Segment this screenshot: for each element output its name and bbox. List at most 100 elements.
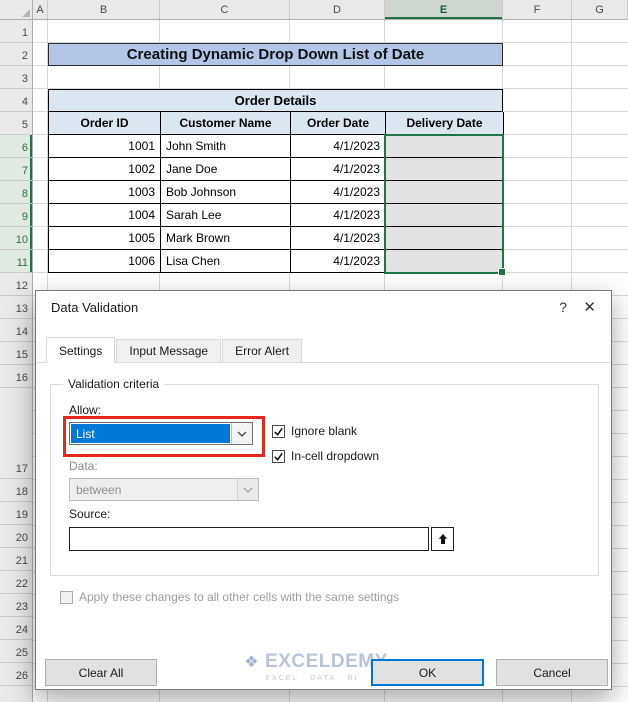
row-header-14[interactable]: 14 (0, 319, 32, 342)
row-header-10[interactable]: 10 (0, 227, 32, 250)
tab-input-message[interactable]: Input Message (116, 339, 222, 363)
row-header-7[interactable]: 7 (0, 158, 32, 181)
row-header-4[interactable]: 4 (0, 89, 32, 112)
data-validation-dialog: Data Validation ? ✕ Settings Input Messa… (35, 290, 612, 690)
order-details-table: Order Details Order ID Customer Name Order… (48, 89, 504, 273)
exceldemy-logo-icon: ❖ (244, 654, 260, 671)
table-header-order-id: Order ID (49, 112, 161, 135)
checkbox-box (60, 590, 73, 604)
table-cell[interactable]: 1002 (49, 158, 161, 181)
table-cell[interactable]: 1006 (49, 250, 161, 273)
table-cell[interactable]: 1001 (49, 135, 161, 158)
table-cell[interactable]: Lisa Chen (161, 250, 291, 273)
row-header-24[interactable]: 24 (0, 617, 32, 640)
source-input[interactable] (69, 527, 429, 551)
checkbox-label: Ignore blank (291, 424, 358, 438)
row-header-15[interactable]: 15 (0, 342, 32, 365)
table-cell[interactable]: 4/1/2023 (291, 204, 386, 227)
table-header-customer-name: Customer Name (161, 112, 291, 135)
check-icon (274, 452, 283, 461)
tab-error-alert[interactable]: Error Alert (222, 339, 303, 363)
column-header-F[interactable]: F (503, 0, 572, 19)
row-header-18[interactable]: 18 (0, 479, 32, 502)
tab-strip: Settings Input Message Error Alert (46, 337, 303, 363)
row-header-21[interactable]: 21 (0, 548, 32, 571)
in-cell-dropdown-checkbox[interactable]: In-cell dropdown (272, 449, 379, 463)
row-header-8[interactable]: 8 (0, 181, 32, 204)
table-title-cell: Order Details (48, 89, 503, 112)
table-cell[interactable] (386, 204, 504, 227)
cancel-button[interactable]: Cancel (496, 659, 608, 686)
table-cell[interactable]: Jane Doe (161, 158, 291, 181)
column-header-B[interactable]: B (48, 0, 160, 19)
checkbox-label: In-cell dropdown (291, 449, 380, 463)
table-cell[interactable]: John Smith (161, 135, 291, 158)
column-header-D[interactable]: D (290, 0, 385, 19)
select-all-corner[interactable] (0, 0, 33, 19)
row-header-19[interactable]: 19 (0, 502, 32, 525)
table-cell[interactable] (386, 181, 504, 204)
tab-settings[interactable]: Settings (46, 337, 116, 363)
ok-button[interactable]: OK (371, 659, 484, 686)
table-cell[interactable] (386, 135, 504, 158)
allow-dropdown[interactable]: List (69, 422, 253, 445)
table-cell[interactable] (386, 227, 504, 250)
column-header-A[interactable]: A (33, 0, 48, 19)
row-header-12[interactable]: 12 (0, 273, 32, 296)
table-header-order-date: Order Date (291, 112, 386, 135)
row-header-23[interactable]: 23 (0, 594, 32, 617)
row-header-25[interactable]: 25 (0, 640, 32, 663)
table-cell[interactable]: 4/1/2023 (291, 158, 386, 181)
data-label: Data: (69, 459, 98, 473)
table-grid: Order ID Customer Name Order Date Delivery … (48, 112, 504, 273)
row-header-17[interactable]: 17 (0, 388, 32, 479)
column-headers: ABCDEFG (0, 0, 628, 20)
collapse-dialog-button[interactable] (431, 527, 454, 551)
column-header-C[interactable]: C (160, 0, 290, 19)
checkbox-box[interactable] (272, 424, 285, 438)
column-header-E[interactable]: E (385, 0, 503, 19)
chevron-down-icon[interactable] (231, 423, 252, 444)
row-header-3[interactable]: 3 (0, 66, 32, 89)
chevron-down-icon (237, 479, 258, 500)
source-label: Source: (69, 507, 111, 521)
table-cell[interactable]: Sarah Lee (161, 204, 291, 227)
row-header-6[interactable]: 6 (0, 135, 32, 158)
up-arrow-icon (438, 534, 447, 544)
row-header-2[interactable]: 2 (0, 43, 32, 66)
row-header-16[interactable]: 16 (0, 365, 32, 388)
table-cell[interactable]: 4/1/2023 (291, 135, 386, 158)
row-headers: 1 2 3 4 5 6 7 8 9 10 11 12 13 14 15 16 17 18 19 20 21 22 23 24 2… (0, 20, 33, 702)
checkbox-box[interactable] (272, 449, 285, 463)
excel-window: ABCDEFG 1 2 3 4 5 6 7 8 9 10 11 12 13 14 15 16 17 18 19 20 2… (0, 0, 628, 702)
table-cell[interactable] (386, 250, 504, 273)
row-header-9[interactable]: 9 (0, 204, 32, 227)
ignore-blank-checkbox[interactable]: Ignore blank (272, 424, 357, 438)
clear-all-button[interactable]: Clear All (45, 659, 157, 686)
row-header-11[interactable]: 11 (0, 250, 32, 273)
row-header-13[interactable]: 13 (0, 296, 32, 319)
row-header-1[interactable]: 1 (0, 20, 32, 43)
table-cell[interactable]: 4/1/2023 (291, 181, 386, 204)
table-cell[interactable]: Mark Brown (161, 227, 291, 250)
row-header-22[interactable]: 22 (0, 571, 32, 594)
close-icon[interactable]: ✕ (583, 298, 596, 316)
column-header-G[interactable]: G (572, 0, 628, 19)
help-icon[interactable]: ? (559, 299, 567, 315)
table-cell[interactable]: 1003 (49, 181, 161, 204)
table-cell[interactable]: 1005 (49, 227, 161, 250)
allow-label: Allow: (69, 403, 102, 417)
table-cell[interactable]: 1004 (49, 204, 161, 227)
table-cell[interactable]: 4/1/2023 (291, 227, 386, 250)
table-cell[interactable] (386, 158, 504, 181)
table-cell[interactable]: 4/1/2023 (291, 250, 386, 273)
table-header-delivery-date: Delivery Date (386, 112, 504, 135)
apply-changes-checkbox: Apply these changes to all other cells w… (60, 590, 399, 604)
table-cell[interactable]: Bob Johnson (161, 181, 291, 204)
row-header-26[interactable]: 26 (0, 663, 32, 686)
dialog-title: Data Validation (51, 300, 139, 315)
validation-criteria-label: Validation criteria (63, 377, 165, 391)
row-header-20[interactable]: 20 (0, 525, 32, 548)
row-header-5[interactable]: 5 (0, 112, 32, 135)
exceldemy-name: EXCELDEMY (265, 651, 388, 672)
